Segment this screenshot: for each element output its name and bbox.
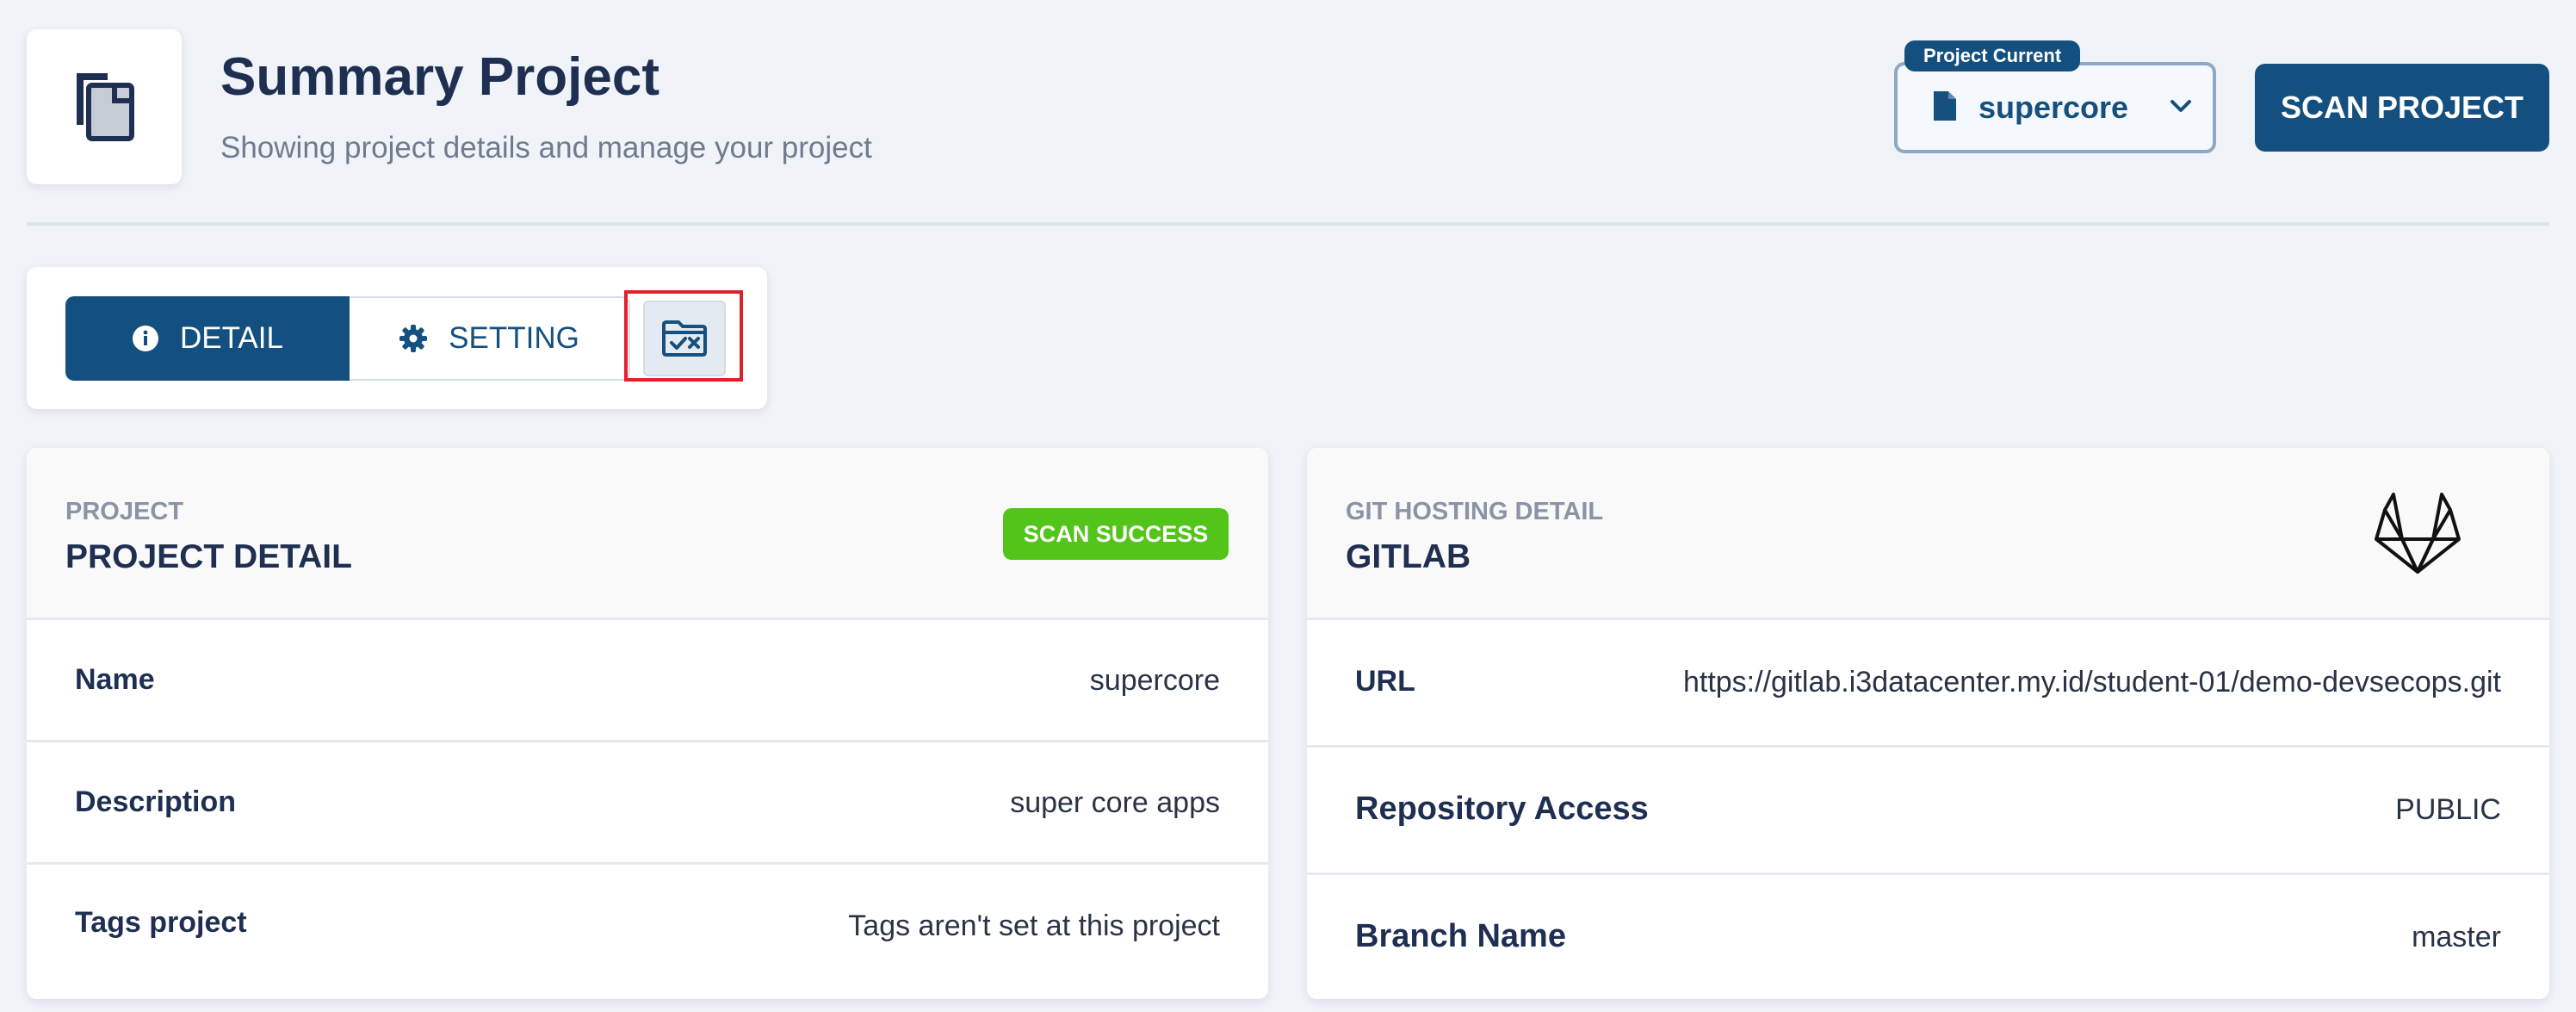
row-label: Tags project (75, 906, 247, 939)
project-select[interactable]: supercore (1894, 62, 2216, 153)
info-row-name: Name supercore (27, 620, 1268, 742)
info-row-branch: Branch Name master (1307, 875, 2549, 999)
folder-check-x-icon (662, 320, 707, 357)
page-subtitle: Showing project details and manage your … (220, 131, 872, 165)
row-label: Description (75, 785, 237, 818)
git-card-header: GIT HOSTING DETAIL GITLAB (1307, 448, 2549, 620)
header-divider (27, 222, 2549, 226)
tab-setting-label: SETTING (449, 321, 579, 355)
tabs-card: DETAIL SETTING (27, 267, 767, 409)
project-detail-card: PROJECT PROJECT DETAIL SCAN SUCCESS Name… (27, 448, 1268, 999)
project-select-value: supercore (1978, 90, 2129, 125)
tab-detail-label: DETAIL (180, 321, 283, 355)
row-label: URL (1355, 665, 1415, 698)
file-icon (1932, 90, 1958, 127)
gear-icon (399, 324, 428, 353)
row-value: Tags aren't set at this project (848, 910, 1220, 942)
project-card-eyebrow: PROJECT (65, 498, 183, 525)
page-icon-card (27, 29, 182, 184)
project-card-header: PROJECT PROJECT DETAIL SCAN SUCCESS (27, 448, 1268, 620)
row-value: super core apps (1010, 786, 1220, 819)
info-row-tags: Tags project Tags aren't set at this pro… (27, 865, 1268, 999)
folder-check-x-button[interactable] (643, 301, 726, 376)
info-row-description: Description super core apps (27, 742, 1268, 865)
status-badge: SCAN SUCCESS (1003, 508, 1229, 560)
tab-detail[interactable]: DETAIL (65, 296, 350, 381)
row-label: Branch Name (1355, 918, 1566, 954)
page-header: Summary Project Showing project details … (0, 0, 2576, 226)
row-value: supercore (1089, 664, 1220, 697)
scan-project-button[interactable]: SCAN PROJECT (2255, 64, 2549, 152)
row-value: PUBLIC (2395, 793, 2501, 826)
git-card-title: GITLAB (1346, 538, 1471, 575)
copy-document-icon (77, 73, 134, 141)
tab-setting[interactable]: SETTING (350, 296, 630, 381)
chevron-down-icon (2170, 98, 2192, 118)
project-select-label: Project Current (1904, 40, 2081, 71)
row-value: master (2412, 921, 2501, 953)
info-row-url: URL https://gitlab.i3datacenter.my.id/st… (1307, 620, 2549, 748)
repository-url: https://gitlab.i3datacenter.my.id/studen… (1682, 666, 2501, 698)
page-title: Summary Project (220, 47, 659, 107)
info-row-repository-access: Repository Access PUBLIC (1307, 748, 2549, 875)
git-card-eyebrow: GIT HOSTING DETAIL (1346, 498, 1604, 525)
row-label: Repository Access (1355, 791, 1649, 827)
git-hosting-card: GIT HOSTING DETAIL GITLAB URL https://gi… (1307, 448, 2549, 999)
gitlab-icon (2375, 493, 2461, 574)
info-circle-icon (132, 325, 159, 352)
project-card-title: PROJECT DETAIL (65, 538, 352, 575)
row-label: Name (75, 663, 155, 696)
